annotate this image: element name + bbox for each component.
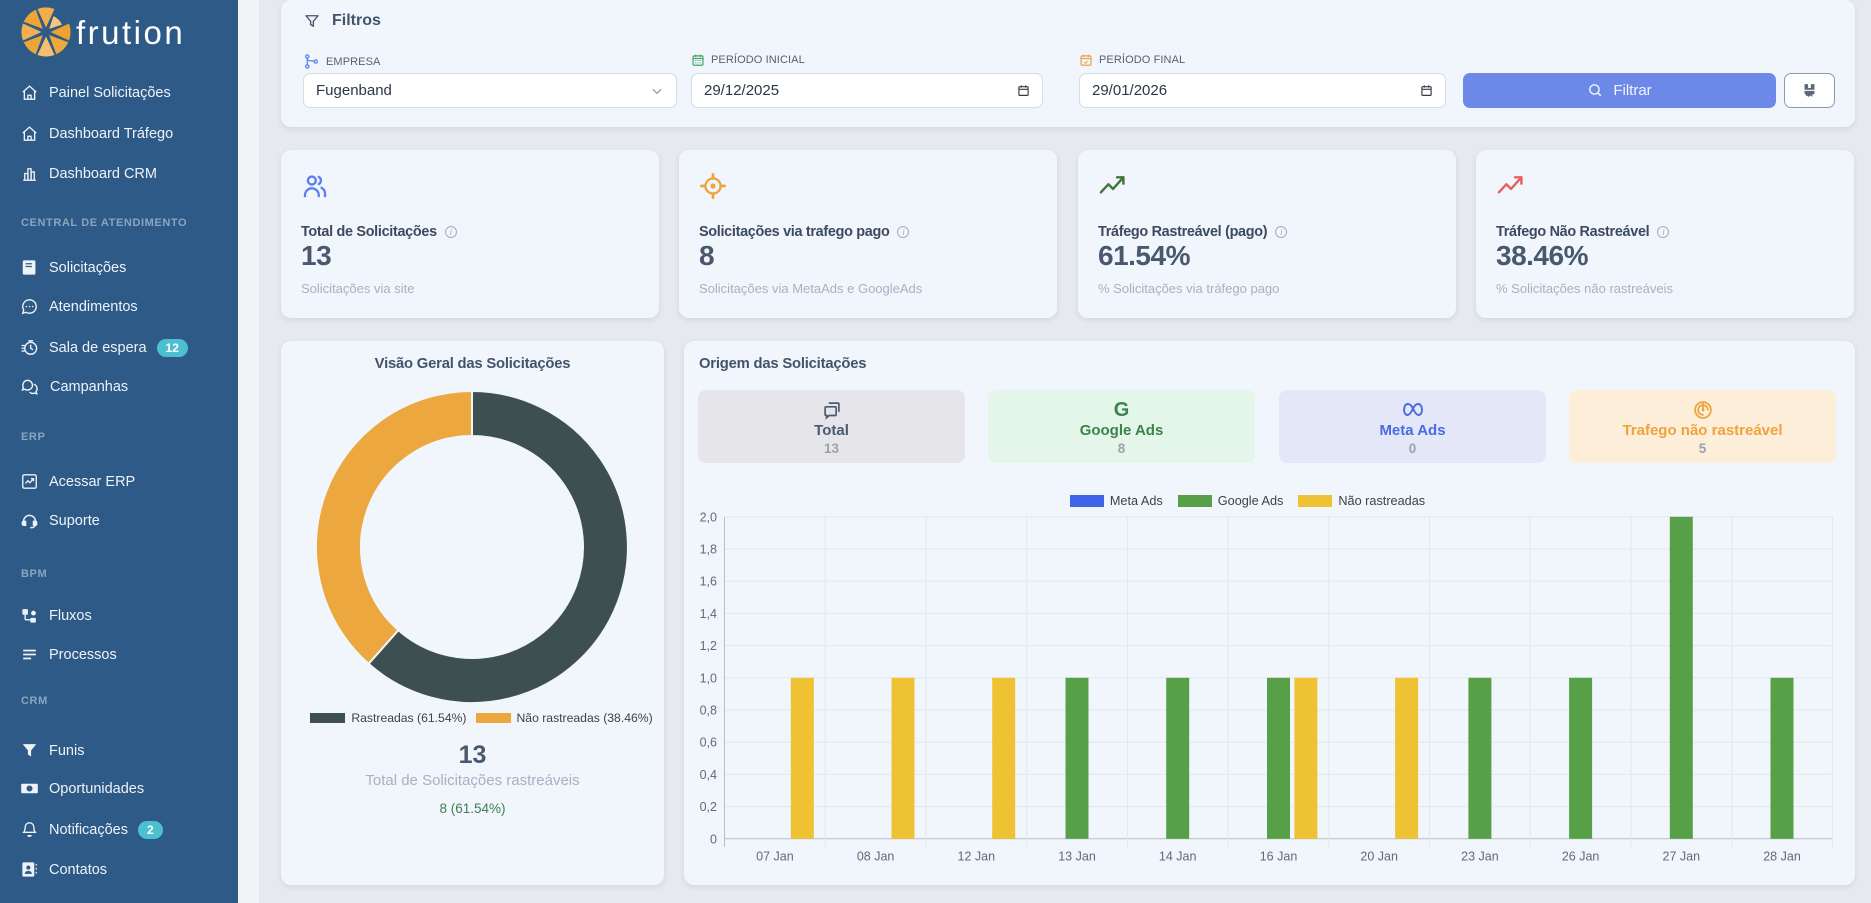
svg-text:1,0: 1,0 (700, 671, 717, 685)
svg-text:23 Jan: 23 Jan (1461, 850, 1499, 864)
svg-text:26 Jan: 26 Jan (1562, 850, 1600, 864)
svg-text:08 Jan: 08 Jan (857, 850, 895, 864)
svg-text:0,2: 0,2 (700, 800, 717, 814)
svg-text:16 Jan: 16 Jan (1260, 850, 1298, 864)
svg-text:1,2: 1,2 (700, 639, 717, 653)
svg-text:1,4: 1,4 (700, 607, 717, 621)
svg-text:0: 0 (710, 832, 717, 846)
svg-text:12 Jan: 12 Jan (958, 850, 996, 864)
svg-text:0,4: 0,4 (700, 768, 717, 782)
svg-text:0,6: 0,6 (700, 736, 717, 750)
svg-text:07 Jan: 07 Jan (756, 850, 794, 864)
svg-text:1,8: 1,8 (700, 543, 717, 557)
svg-text:28 Jan: 28 Jan (1763, 850, 1801, 864)
svg-text:0,8: 0,8 (700, 704, 717, 718)
svg-text:27 Jan: 27 Jan (1663, 850, 1701, 864)
svg-text:14 Jan: 14 Jan (1159, 850, 1197, 864)
svg-text:2,0: 2,0 (700, 511, 717, 524)
svg-text:13 Jan: 13 Jan (1058, 850, 1096, 864)
svg-text:20 Jan: 20 Jan (1360, 850, 1398, 864)
svg-text:1,6: 1,6 (700, 575, 717, 589)
